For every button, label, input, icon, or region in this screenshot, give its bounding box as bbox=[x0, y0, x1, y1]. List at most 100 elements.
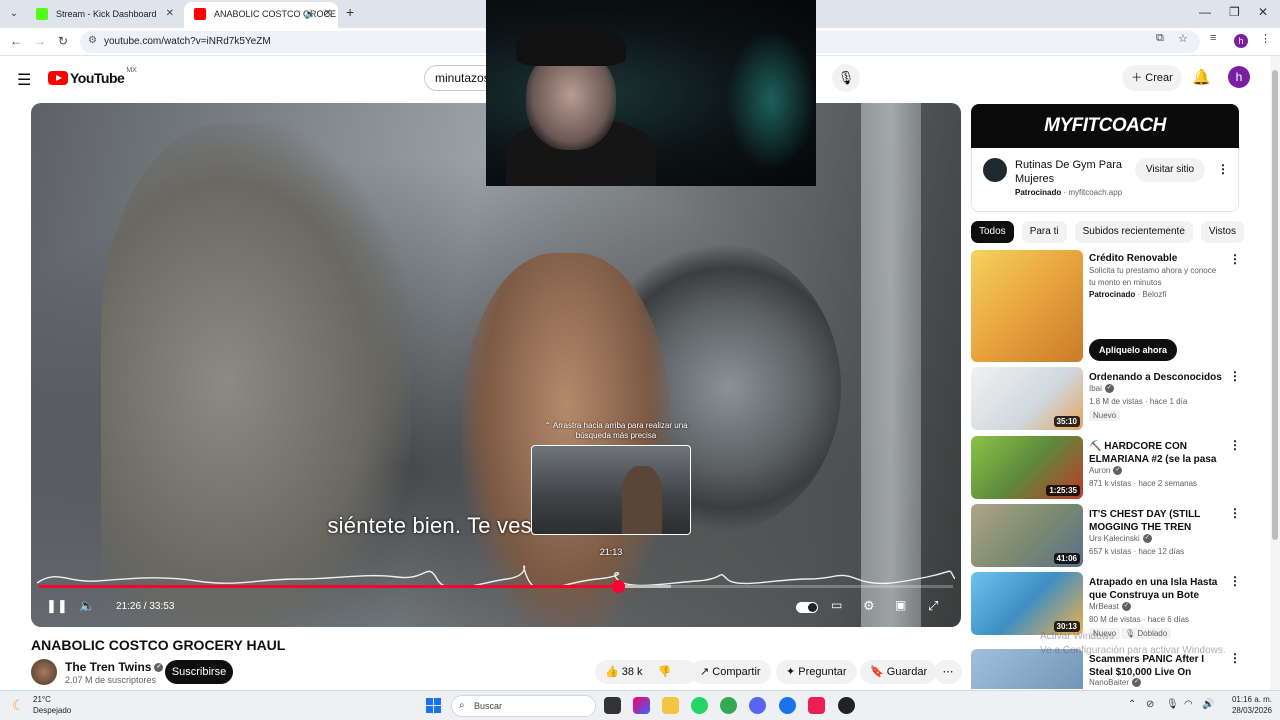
more-options-icon[interactable]: ⋮ bbox=[1229, 506, 1241, 520]
like-button[interactable]: 👍 38 k bbox=[605, 666, 643, 678]
minimize-icon[interactable]: — bbox=[1199, 5, 1211, 19]
save-button[interactable]: 🔖 Guardar bbox=[860, 660, 938, 684]
recommendation-title[interactable]: ⛏️ HARDCORE CON ELMARIANA #2 (se la pasa… bbox=[1089, 440, 1225, 466]
task-view-icon[interactable] bbox=[604, 697, 621, 714]
settings-gear-icon[interactable]: ⚙ bbox=[863, 598, 875, 614]
volume-icon[interactable]: 🔈 bbox=[79, 598, 95, 614]
taskbar-clock[interactable]: 01:16 a. m. 28/03/2026 bbox=[1222, 694, 1272, 716]
site-info-icon[interactable]: ⚙ bbox=[88, 35, 97, 46]
url-text[interactable]: youtube.com/watch?v=iNRd7k5YeZM bbox=[104, 36, 271, 47]
recommendation-channel[interactable]: Ibai bbox=[1089, 384, 1102, 393]
more-options-icon[interactable]: ⋮ bbox=[1229, 252, 1241, 266]
close-window-icon[interactable]: ✕ bbox=[1258, 5, 1268, 19]
progress-bar[interactable] bbox=[39, 580, 953, 593]
weather-temperature[interactable]: 21°C bbox=[33, 695, 51, 704]
chip-todos[interactable]: Todos bbox=[971, 221, 1014, 243]
recommendation-item[interactable]: 41:06 IT'S CHEST DAY (STILL MOGGING THE … bbox=[971, 504, 1241, 568]
ad-banner[interactable]: MYFITCOACH bbox=[971, 104, 1239, 148]
video-thumbnail[interactable]: 35:10 bbox=[971, 367, 1083, 430]
more-options-icon[interactable]: ⋮ bbox=[1229, 574, 1241, 588]
youtube-logo[interactable]: YouTube MX bbox=[48, 67, 137, 86]
forward-icon[interactable]: → bbox=[34, 34, 46, 48]
recommendation-title[interactable]: Crédito Renovable bbox=[1089, 252, 1225, 265]
ad-more-icon[interactable]: ⋮ bbox=[1217, 162, 1229, 176]
back-icon[interactable]: ← bbox=[10, 34, 22, 48]
recommendation-title[interactable]: Atrapado en una Isla Hasta que Construya… bbox=[1089, 576, 1225, 602]
weather-moon-icon[interactable]: ☾ bbox=[12, 697, 25, 714]
pause-icon[interactable]: ❚❚ bbox=[46, 598, 68, 614]
tiktok-icon[interactable] bbox=[808, 697, 825, 714]
video-thumbnail[interactable]: 1:25:35 bbox=[971, 436, 1083, 499]
recommendation-channel[interactable]: Urs Kalecinski bbox=[1089, 534, 1140, 543]
scrubber-handle[interactable] bbox=[611, 580, 625, 593]
chip-subidos-recientemente[interactable]: Subidos recientemente bbox=[1074, 221, 1193, 243]
chrome-profile-icon[interactable] bbox=[779, 697, 796, 714]
recommendation-channel[interactable]: MrBeast bbox=[1089, 602, 1119, 611]
new-tab-button[interactable]: + bbox=[346, 4, 354, 20]
speaker-icon[interactable]: 🔊 bbox=[305, 2, 316, 26]
whatsapp-icon[interactable] bbox=[691, 697, 708, 714]
discord-icon[interactable] bbox=[749, 697, 766, 714]
recommendation-title[interactable]: IT'S CHEST DAY (STILL MOGGING THE TREN T… bbox=[1089, 508, 1225, 534]
channel-name-row[interactable]: The Tren Twins ✓ bbox=[65, 660, 164, 674]
wifi-icon[interactable]: ◠ bbox=[1184, 699, 1193, 710]
tray-chevron-icon[interactable]: ⌃ bbox=[1128, 699, 1136, 710]
hamburger-menu-icon[interactable]: ☰ bbox=[17, 70, 31, 90]
create-button[interactable]: ＋ Crear bbox=[1122, 65, 1182, 91]
video-thumbnail[interactable]: 30:13 bbox=[971, 572, 1083, 635]
copilot-icon[interactable] bbox=[633, 697, 650, 714]
bookmark-star-icon[interactable]: ☆ bbox=[1178, 32, 1188, 45]
more-actions-button[interactable]: ⋯ bbox=[934, 660, 962, 684]
recommendation-ad[interactable]: Crédito Renovable Solicita tu prestamo a… bbox=[971, 250, 1241, 365]
restore-icon[interactable]: ❐ bbox=[1229, 5, 1240, 19]
browser-menu-icon[interactable]: ⋮ bbox=[1260, 32, 1271, 45]
notifications-bell-icon[interactable]: 🔔 bbox=[1192, 68, 1211, 86]
subtitles-icon[interactable]: ▭ bbox=[831, 598, 842, 612]
microphone-icon[interactable]: 🎙 bbox=[1166, 699, 1179, 710]
subscribe-button[interactable]: Suscribirse bbox=[165, 660, 233, 684]
taskbar-search[interactable]: ⌕ Buscar bbox=[451, 695, 596, 717]
page-scrollbar[interactable] bbox=[1270, 56, 1280, 690]
theater-mode-icon[interactable]: ▣ bbox=[895, 598, 906, 612]
ask-button[interactable]: ✦ Preguntar bbox=[776, 660, 857, 684]
ad-title[interactable]: Rutinas De Gym Para Mujeres bbox=[1015, 158, 1125, 186]
share-button[interactable]: ↗ Compartir bbox=[690, 660, 771, 684]
recommendation-channel[interactable]: NanoBaiter bbox=[1089, 678, 1129, 687]
autoplay-toggle[interactable] bbox=[796, 602, 818, 613]
cast-icon[interactable]: ⧉ bbox=[1156, 32, 1164, 45]
chip-para-ti[interactable]: Para ti bbox=[1021, 221, 1067, 243]
chrome-icon[interactable] bbox=[720, 697, 737, 714]
windows-start-icon[interactable] bbox=[426, 698, 441, 713]
speaker-icon[interactable]: 🔊 bbox=[1202, 699, 1214, 710]
apply-now-button[interactable]: Aplíquelo ahora bbox=[1089, 339, 1177, 361]
video-thumbnail[interactable]: 41:06 bbox=[971, 504, 1083, 567]
recommendation-item[interactable]: 35:10 Ordenando a Desconocidos Ibai ✓ 1.8… bbox=[971, 367, 1241, 431]
tray-app-icon[interactable]: ⊘ bbox=[1146, 699, 1154, 710]
visit-site-button[interactable]: Visitar sitio bbox=[1135, 158, 1205, 182]
obs-icon[interactable] bbox=[838, 697, 855, 714]
account-avatar[interactable]: h bbox=[1228, 66, 1250, 88]
voice-search-icon[interactable]: 🎙 bbox=[832, 64, 860, 92]
reading-list-icon[interactable]: ≡ bbox=[1210, 32, 1216, 44]
recommendation-title[interactable]: Ordenando a Desconocidos bbox=[1089, 371, 1225, 384]
scrollbar-thumb[interactable] bbox=[1272, 70, 1278, 540]
fullscreen-icon[interactable]: ⤢ bbox=[928, 598, 938, 614]
channel-avatar[interactable] bbox=[31, 659, 57, 685]
more-options-icon[interactable]: ⋮ bbox=[1229, 369, 1241, 383]
more-options-icon[interactable]: ⋮ bbox=[1229, 438, 1241, 452]
channel-name[interactable]: The Tren Twins bbox=[65, 660, 151, 674]
ad-thumbnail[interactable] bbox=[971, 250, 1083, 362]
tab-search-chevron-icon[interactable]: ⌄ bbox=[6, 6, 22, 22]
dislike-button[interactable]: 👎 bbox=[658, 666, 672, 678]
recommendation-item[interactable]: 30:13 Atrapado en una Isla Hasta que Con… bbox=[971, 572, 1241, 639]
close-tab-icon[interactable]: ✕ bbox=[324, 2, 332, 26]
chip-vistos[interactable]: Vistos bbox=[1200, 221, 1244, 243]
more-options-icon[interactable]: ⋮ bbox=[1229, 651, 1241, 665]
reload-icon[interactable]: ↻ bbox=[58, 34, 68, 48]
tab-youtube-video[interactable]: ANABOLIC COSTCO GROCE 🔊 ✕ bbox=[184, 2, 338, 28]
browser-profile-avatar[interactable]: h bbox=[1234, 34, 1248, 48]
weather-description[interactable]: Despejado bbox=[33, 706, 71, 715]
tab-kick-dashboard[interactable]: Stream - Kick Dashboard ✕ bbox=[26, 2, 180, 28]
ad-info-card[interactable]: Rutinas De Gym Para Mujeres Patrocinado … bbox=[971, 148, 1239, 212]
close-tab-icon[interactable]: ✕ bbox=[166, 2, 174, 26]
